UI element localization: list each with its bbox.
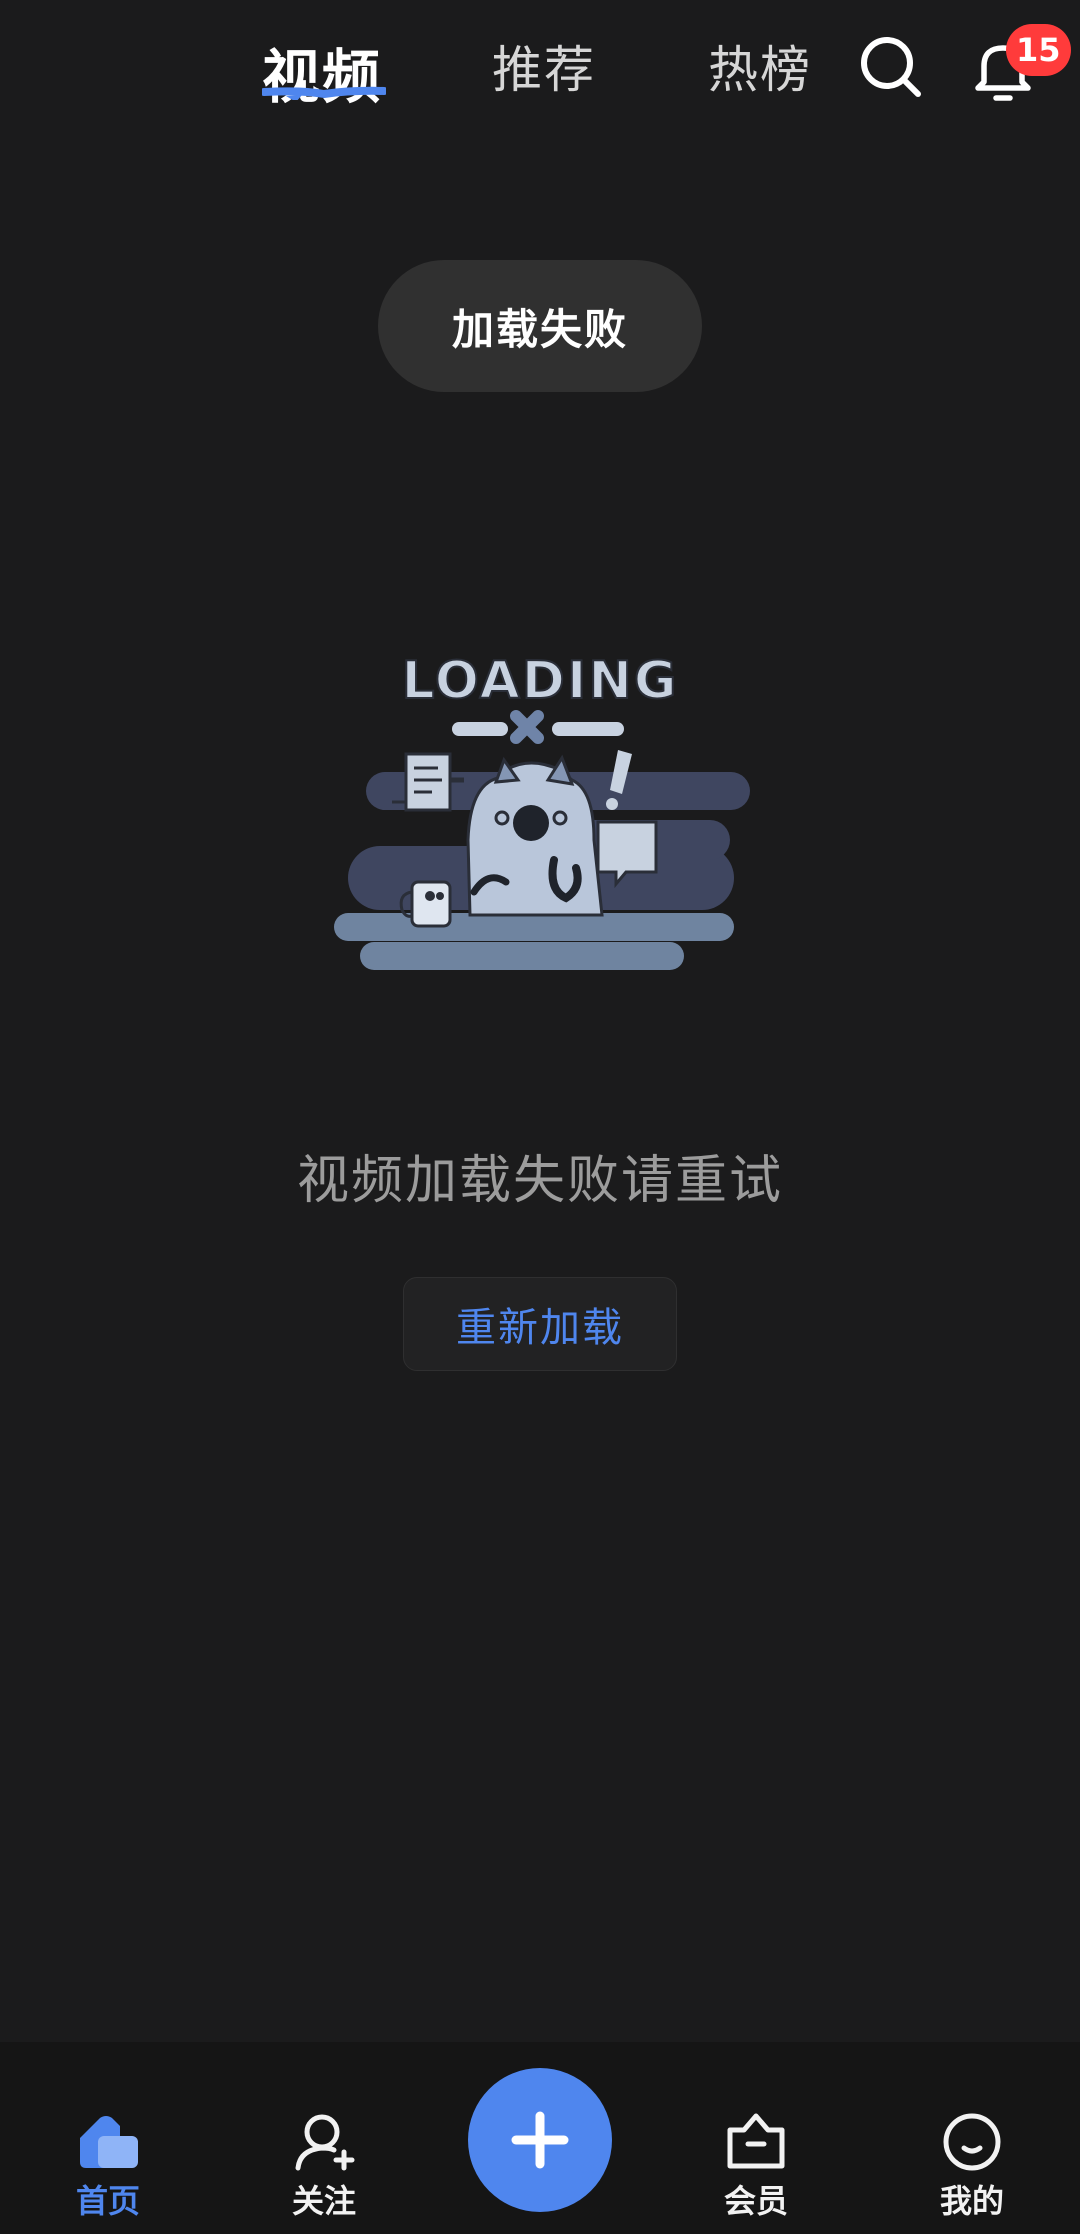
vip-icon [727, 2113, 785, 2169]
nav-follow[interactable]: 关注 [254, 2112, 394, 2222]
follow-icon [295, 2114, 355, 2171]
bottom-nav: 首页 关注 会员 我的 [0, 2042, 1080, 2234]
nav-vip-label: 会员 [723, 2182, 788, 2220]
loading-text: LOADING [401, 651, 678, 711]
video-page: 视频 推荐 热榜 15 加载失败 LOADING 视频加载失败请重试 重新加载 … [0, 0, 1080, 2234]
tab-recommend[interactable]: 推荐 [492, 30, 596, 102]
active-tab-indicator [262, 86, 386, 100]
error-message: 视频加载失败请重试 [296, 1151, 783, 1211]
notification-badge: 15 [1006, 24, 1071, 76]
create-button[interactable] [468, 2068, 612, 2212]
nav-home-label: 首页 [75, 2182, 140, 2220]
nav-home[interactable]: 首页 [38, 2112, 178, 2222]
nav-follow-label: 关注 [291, 2182, 356, 2220]
profile-icon [943, 2113, 1001, 2171]
tab-hot[interactable]: 热榜 [708, 30, 812, 102]
tab-recommend-label: 推荐 [492, 41, 596, 99]
home-icon [80, 2116, 138, 2168]
load-failed-toast: 加载失败 [378, 260, 702, 392]
search-icon[interactable] [858, 34, 924, 100]
reload-button[interactable]: 重新加载 [403, 1277, 677, 1371]
tab-hot-label: 热榜 [708, 41, 812, 99]
nav-vip[interactable]: 会员 [686, 2112, 826, 2222]
loading-failed-illustration: LOADING [334, 650, 750, 970]
nav-profile[interactable]: 我的 [902, 2112, 1042, 2222]
tab-video[interactable]: 视频 [262, 30, 382, 114]
nav-profile-label: 我的 [939, 2182, 1004, 2220]
plus-icon [511, 2111, 569, 2169]
top-bar: 视频 推荐 热榜 15 [0, 0, 1080, 140]
tab-video-label: 视频 [262, 43, 383, 111]
